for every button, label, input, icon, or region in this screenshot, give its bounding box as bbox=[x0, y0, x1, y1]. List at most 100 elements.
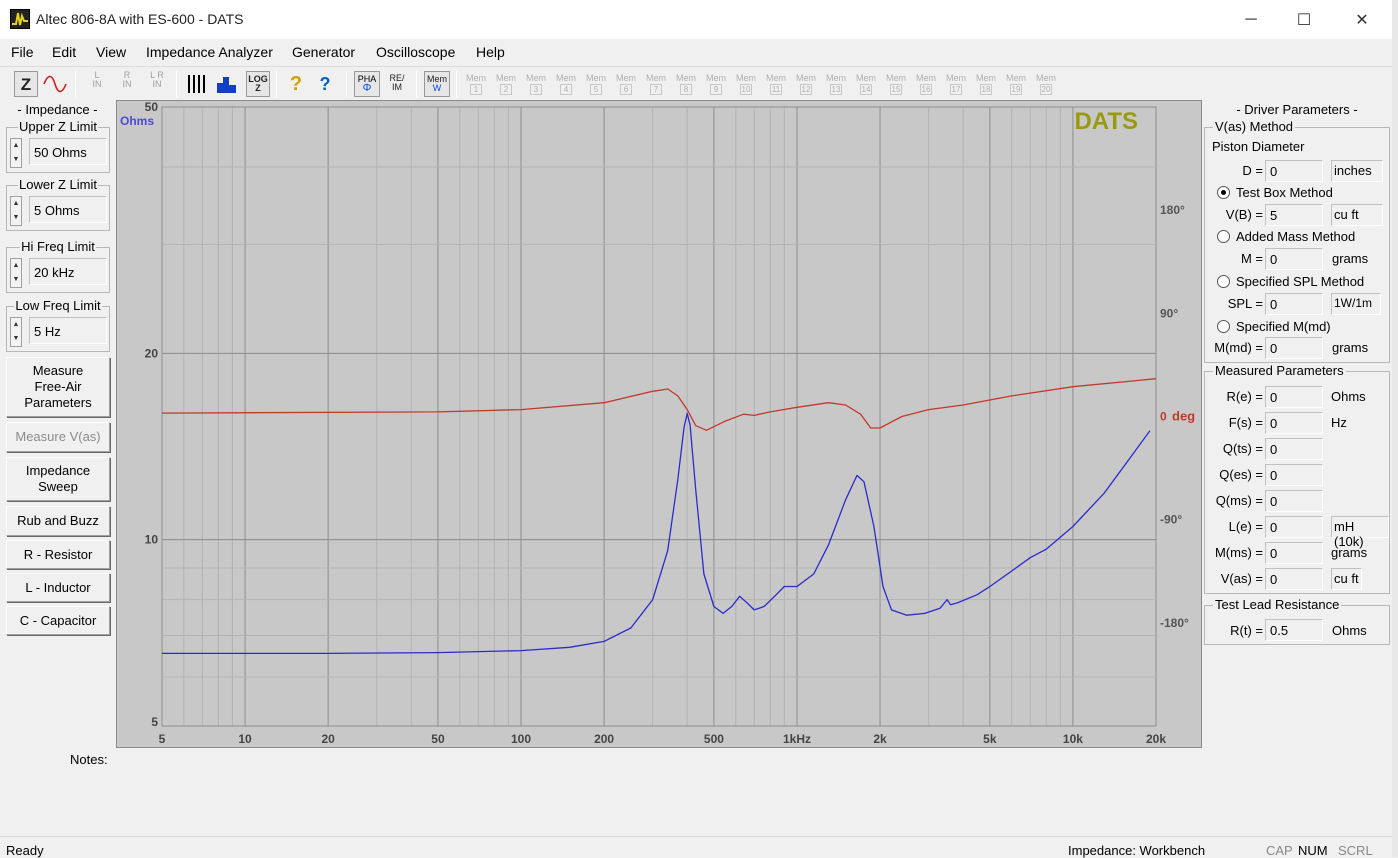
rub-and-buzz-button[interactable]: Rub and Buzz bbox=[6, 506, 110, 536]
spin-up-icon[interactable]: ▲ bbox=[11, 139, 21, 153]
spin-down-icon[interactable]: ▼ bbox=[11, 211, 21, 225]
mem-write-button[interactable]: Mem W bbox=[424, 71, 450, 97]
impedance-mode-button[interactable]: Z bbox=[14, 71, 38, 97]
test-lead-resistance-input[interactable]: 0.5 bbox=[1265, 619, 1323, 641]
lower-z-value[interactable]: 5 Ohms bbox=[29, 196, 107, 223]
memory-slot-1[interactable]: Mem 1 bbox=[465, 73, 487, 97]
memory-slot-3[interactable]: Mem 3 bbox=[525, 73, 547, 97]
low-freq-value[interactable]: 5 Hz bbox=[29, 317, 107, 344]
spin-up-icon[interactable]: ▲ bbox=[11, 259, 21, 273]
histogram-icon[interactable] bbox=[214, 71, 240, 97]
memory-slot-2[interactable]: Mem 2 bbox=[495, 73, 517, 97]
maximize-button[interactable]: ☐ bbox=[1281, 0, 1327, 39]
memory-slot-18[interactable]: Mem 18 bbox=[975, 73, 997, 97]
menu-impedance-analyzer[interactable]: Impedance Analyzer bbox=[146, 44, 273, 60]
menu-oscilloscope[interactable]: Oscilloscope bbox=[376, 44, 455, 60]
context-help-icon[interactable]: ? bbox=[312, 71, 338, 97]
added-mass-input[interactable]: 0 bbox=[1265, 248, 1323, 270]
mmd-input[interactable]: 0 bbox=[1265, 337, 1323, 359]
l-input-button[interactable]: L IN bbox=[86, 71, 108, 97]
memory-slot-label: Mem bbox=[646, 73, 666, 83]
upper-z-spinner[interactable]: ▲ ▼ bbox=[10, 138, 22, 168]
measured-param-value[interactable]: 0 bbox=[1265, 516, 1323, 538]
memory-slot-5[interactable]: Mem 5 bbox=[585, 73, 607, 97]
x-tick-label: 20 bbox=[321, 732, 335, 746]
measured-param-value[interactable]: 0 bbox=[1265, 490, 1323, 512]
capacitor-button[interactable]: C - Capacitor bbox=[6, 606, 110, 635]
test-box-method-radio[interactable] bbox=[1217, 186, 1230, 199]
impedance-sweep-button[interactable]: Impedance Sweep bbox=[6, 457, 110, 501]
memory-slot-13[interactable]: Mem 13 bbox=[825, 73, 847, 97]
menu-help[interactable]: Help bbox=[476, 44, 505, 60]
vas-method-legend: V(as) Method bbox=[1213, 119, 1296, 134]
specified-spl-method-radio[interactable] bbox=[1217, 275, 1230, 288]
hi-freq-limit-label: Hi Freq Limit bbox=[20, 239, 96, 254]
r-input-button[interactable]: R IN bbox=[116, 71, 138, 97]
memory-slot-10[interactable]: Mem 10 bbox=[735, 73, 757, 97]
spin-down-icon[interactable]: ▼ bbox=[11, 332, 21, 346]
measure-vas-button[interactable]: Measure V(as) bbox=[6, 422, 110, 452]
measured-param-value[interactable]: 0 bbox=[1265, 438, 1323, 460]
vb-input[interactable]: 5 bbox=[1265, 204, 1323, 226]
memory-slot-20[interactable]: Mem 20 bbox=[1035, 73, 1057, 97]
memory-slot-19[interactable]: Mem 19 bbox=[1005, 73, 1027, 97]
specified-mmd-radio[interactable] bbox=[1217, 320, 1230, 333]
close-button[interactable]: ✕ bbox=[1339, 0, 1385, 39]
upper-z-value[interactable]: 50 Ohms bbox=[29, 138, 107, 165]
spin-down-icon[interactable]: ▼ bbox=[11, 273, 21, 287]
help-icon[interactable]: ? bbox=[286, 71, 306, 97]
memory-slot-7[interactable]: Mem 7 bbox=[645, 73, 667, 97]
memory-slot-label: Mem bbox=[586, 73, 606, 83]
memory-slot-number: 13 bbox=[830, 84, 842, 95]
log-z-button[interactable]: LOG Z bbox=[246, 71, 270, 97]
memory-slot-17[interactable]: Mem 17 bbox=[945, 73, 967, 97]
resistor-button[interactable]: R - Resistor bbox=[6, 540, 110, 569]
lower-z-spinner[interactable]: ▲ ▼ bbox=[10, 196, 22, 226]
measured-param-value[interactable]: 0 bbox=[1265, 568, 1323, 590]
phase-toggle-button[interactable]: PHA Φ bbox=[354, 71, 380, 97]
measured-param-label: M(ms) = bbox=[1214, 545, 1263, 560]
measured-param-value[interactable]: 0 bbox=[1265, 464, 1323, 486]
x-tick-label: 20k bbox=[1146, 732, 1166, 746]
memory-slot-9[interactable]: Mem 9 bbox=[705, 73, 727, 97]
spin-up-icon[interactable]: ▲ bbox=[11, 318, 21, 332]
spin-down-icon[interactable]: ▼ bbox=[11, 153, 21, 167]
lr-input-button[interactable]: L R IN bbox=[144, 71, 170, 97]
memory-slot-11[interactable]: Mem 11 bbox=[765, 73, 787, 97]
menu-file[interactable]: File bbox=[11, 44, 34, 60]
measure-free-air-button[interactable]: Measure Free-Air Parameters bbox=[6, 357, 110, 417]
added-mass-method-label[interactable]: Added Mass Method bbox=[1236, 229, 1355, 244]
hi-freq-spinner[interactable]: ▲ ▼ bbox=[10, 258, 22, 288]
memory-slot-4[interactable]: Mem 4 bbox=[555, 73, 577, 97]
memory-slot-12[interactable]: Mem 12 bbox=[795, 73, 817, 97]
menu-view[interactable]: View bbox=[96, 44, 126, 60]
piston-diameter-input[interactable]: 0 bbox=[1265, 160, 1323, 182]
specified-mmd-label[interactable]: Specified M(md) bbox=[1236, 319, 1331, 334]
low-freq-spinner[interactable]: ▲ ▼ bbox=[10, 317, 22, 347]
measured-param-value[interactable]: 0 bbox=[1265, 412, 1323, 434]
hi-freq-value[interactable]: 20 kHz bbox=[29, 258, 107, 285]
memory-slot-6[interactable]: Mem 6 bbox=[615, 73, 637, 97]
menu-generator[interactable]: Generator bbox=[292, 44, 355, 60]
memory-slot-15[interactable]: Mem 15 bbox=[885, 73, 907, 97]
memory-slot-16[interactable]: Mem 16 bbox=[915, 73, 937, 97]
memory-slot-number: 19 bbox=[1010, 84, 1022, 95]
added-mass-method-radio[interactable] bbox=[1217, 230, 1230, 243]
real-imag-button[interactable]: RE/IM bbox=[384, 71, 410, 97]
measured-param-value[interactable]: 0 bbox=[1265, 386, 1323, 408]
impedance-section-title: - Impedance - bbox=[17, 102, 98, 117]
piston-diameter-label: Piston Diameter bbox=[1212, 139, 1305, 154]
memory-slot-8[interactable]: Mem 8 bbox=[675, 73, 697, 97]
minimize-button[interactable]: ─ bbox=[1228, 0, 1274, 39]
measured-param-value[interactable]: 0 bbox=[1265, 542, 1323, 564]
spl-input[interactable]: 0 bbox=[1265, 293, 1323, 315]
specified-spl-method-label[interactable]: Specified SPL Method bbox=[1236, 274, 1364, 289]
graph-bars-icon[interactable] bbox=[184, 71, 210, 97]
memory-slot-14[interactable]: Mem 14 bbox=[855, 73, 877, 97]
test-box-method-label[interactable]: Test Box Method bbox=[1236, 185, 1333, 200]
spin-up-icon[interactable]: ▲ bbox=[11, 197, 21, 211]
sine-wave-icon[interactable] bbox=[42, 71, 68, 97]
inductor-button[interactable]: L - Inductor bbox=[6, 573, 110, 602]
menu-edit[interactable]: Edit bbox=[52, 44, 76, 60]
impedance-chart[interactable]: 5 10 20 50 100 200 500 1kHz 2k 5k 10k 20k 50 20 10 5 Ohm… bbox=[116, 100, 1202, 748]
